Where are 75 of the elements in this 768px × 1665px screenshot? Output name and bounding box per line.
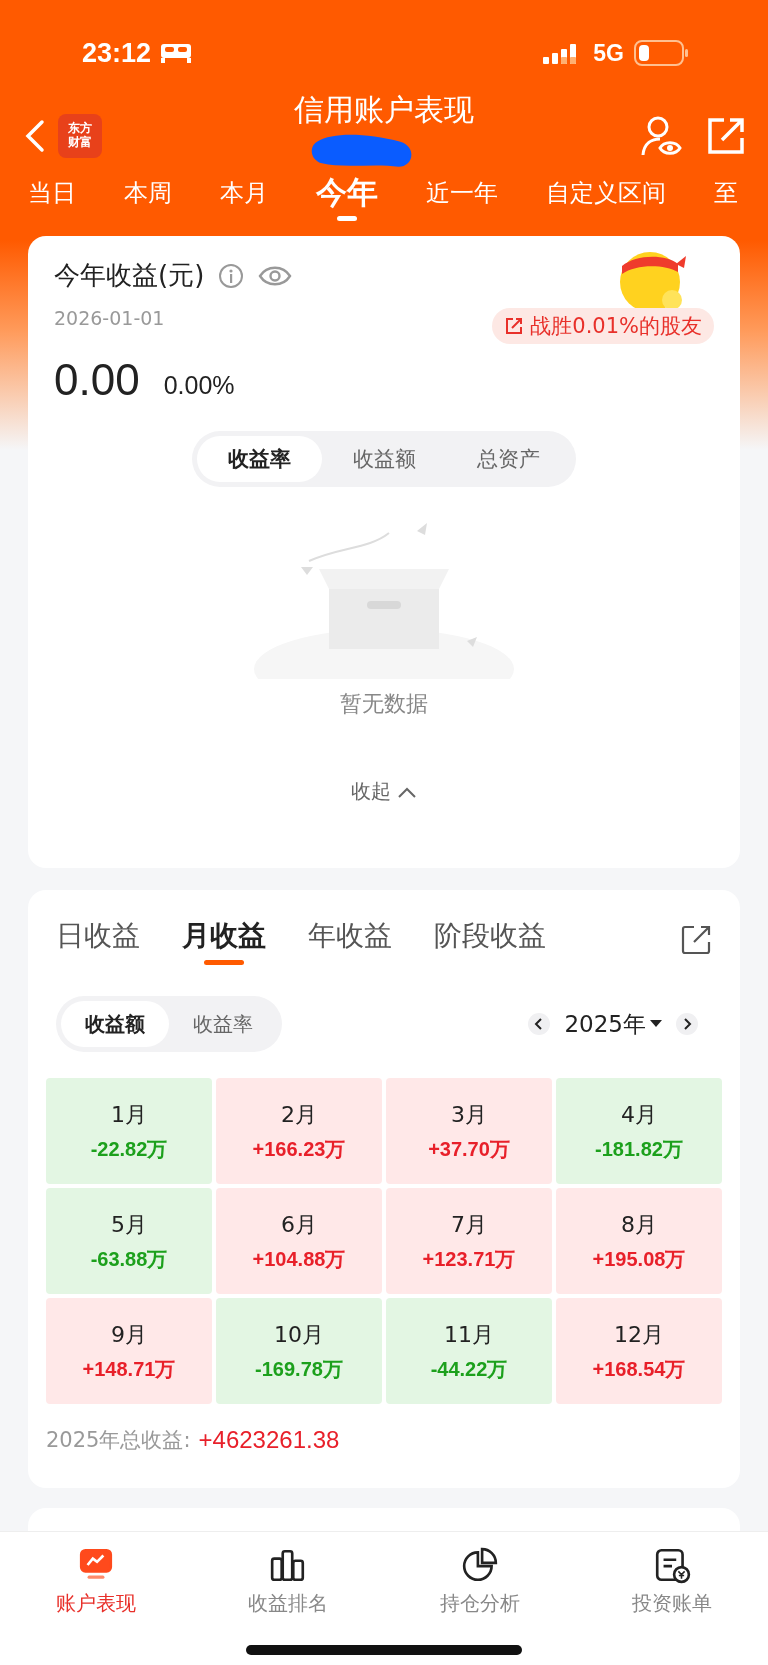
profit-tab[interactable]: 阶段收益 [434, 918, 546, 955]
collapse-button[interactable]: 收起 [345, 777, 423, 806]
info-icon[interactable] [218, 262, 245, 289]
month-cell[interactable]: 9月 +148.71万 [46, 1298, 212, 1404]
rank-badge[interactable]: 战胜0.01%的股友 [492, 308, 714, 344]
app-logo: 东方 财富 [58, 114, 102, 158]
previous-icon[interactable] [528, 1013, 551, 1035]
total-value: +4623261.38 [198, 1426, 340, 1454]
profit-tab[interactable]: 月收益 [182, 918, 266, 966]
nav-item[interactable]: 投资账单 [576, 1532, 768, 1618]
month-cell[interactable]: 10月 -169.78万 [216, 1298, 382, 1404]
month-profit: +166.23万 [252, 1136, 346, 1162]
month-profit: -169.78万 [255, 1356, 343, 1382]
page-title: 信用账户表现 [294, 91, 474, 129]
profit-tab[interactable]: 日收益 [56, 918, 140, 955]
month-cell[interactable]: 4月 -181.82万 [556, 1078, 722, 1184]
network-label: 5G [593, 39, 624, 67]
back-icon[interactable] [24, 119, 46, 153]
segment-option[interactable]: 收益率 [197, 436, 322, 482]
month-cell[interactable]: 8月 +195.08万 [556, 1188, 722, 1294]
month-cell[interactable]: 5月 -63.88万 [46, 1188, 212, 1294]
month-label: 10月 [274, 1320, 324, 1349]
caret-icon [650, 1020, 662, 1028]
month-label: 7月 [451, 1210, 487, 1239]
month-label: 2月 [281, 1100, 317, 1129]
month-label: 3月 [451, 1100, 487, 1129]
month-label: 11月 [444, 1320, 494, 1349]
nav-item[interactable]: 持仓分析 [384, 1532, 576, 1618]
month-cell[interactable]: 2月 +166.23万 [216, 1078, 382, 1184]
status-time: 23:12 [82, 37, 152, 69]
year-dropdown[interactable]: 2025年 [564, 1008, 662, 1040]
pie-chart-icon [461, 1546, 499, 1584]
segment-option[interactable]: 收益额 [61, 1001, 169, 1047]
nav-item[interactable]: 收益排名 [192, 1532, 384, 1618]
month-profit: +168.54万 [592, 1356, 686, 1382]
empty-message: 暂无数据 [339, 690, 429, 718]
month-profit: +195.08万 [592, 1246, 686, 1272]
month-label: 9月 [111, 1320, 147, 1349]
month-profit: -22.82万 [90, 1136, 168, 1162]
month-label: 1月 [111, 1100, 147, 1129]
month-cell[interactable]: 3月 +37.70万 [386, 1078, 552, 1184]
month-profit: -44.22万 [430, 1356, 508, 1382]
bill-icon [653, 1546, 691, 1584]
profit-amount: 0.00 [54, 355, 140, 405]
month-label: 5月 [111, 1210, 147, 1239]
next-icon[interactable] [676, 1013, 698, 1035]
month-profit: +104.88万 [252, 1246, 346, 1272]
bed-icon [159, 42, 194, 64]
month-profit: +123.71万 [422, 1246, 516, 1272]
profit-rate: 0.00% [163, 370, 235, 400]
segment-option[interactable]: 收益额 [321, 436, 447, 482]
battery-icon [634, 40, 690, 66]
month-label: 8月 [621, 1210, 657, 1239]
month-profit: +37.70万 [428, 1136, 510, 1162]
month-cell[interactable]: 7月 +123.71万 [386, 1188, 552, 1294]
profit-tab[interactable]: 年收益 [308, 918, 392, 955]
month-profit: -181.82万 [595, 1136, 683, 1162]
segment-option[interactable]: 收益率 [169, 1001, 277, 1047]
month-profit: -63.88万 [90, 1246, 168, 1272]
share-icon[interactable] [680, 924, 712, 956]
summary-title: 今年收益(元) [54, 259, 205, 292]
month-cell[interactable]: 6月 +104.88万 [216, 1188, 382, 1294]
segment-option[interactable]: 总资产 [446, 436, 571, 482]
nav-item[interactable]: 账户表现 [0, 1532, 192, 1618]
total-label: 2025年总收益: [46, 1427, 191, 1454]
month-profit: +148.71万 [82, 1356, 176, 1382]
user-eye-icon[interactable] [640, 115, 682, 157]
month-label: 4月 [621, 1100, 657, 1129]
month-label: 6月 [281, 1210, 317, 1239]
summary-date: 2026-01-01 [54, 307, 165, 329]
month-cell[interactable]: 12月 +168.54万 [556, 1298, 722, 1404]
share-icon[interactable] [706, 116, 746, 156]
month-label: 12月 [614, 1320, 664, 1349]
month-cell[interactable]: 11月 -44.22万 [386, 1298, 552, 1404]
month-cell[interactable]: 1月 -22.82万 [46, 1078, 212, 1184]
